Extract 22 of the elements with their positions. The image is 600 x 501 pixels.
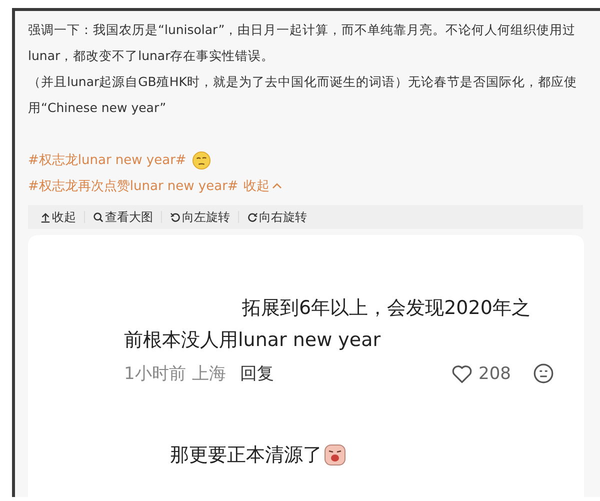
rotate-right-icon (247, 212, 258, 222)
thinking-emoji-icon (192, 150, 212, 170)
crying-emoji-icon (324, 444, 346, 466)
comment-text: 前根本没人用lunar new year (124, 328, 381, 353)
rotate-left-icon (170, 212, 181, 222)
comment-text: 那更要正本清源了 (170, 439, 346, 471)
post-text: （并且lunar起源自GB殖HK时，就是为了去中国化而诞生的词语）无论春节是否国际化，都应使用“Chinese new year” (28, 73, 578, 117)
face-icon[interactable] (533, 363, 554, 384)
toolbar-button[interactable]: 查看大图 (93, 208, 153, 226)
toolbar-button[interactable]: 收起 (40, 208, 76, 226)
heart-icon[interactable] (450, 364, 473, 384)
caret-icon (272, 183, 282, 189)
comment-time: 1小时前 (124, 363, 186, 385)
comment-location: 上海 (192, 363, 226, 385)
post-text: 强调一下：我国农历是“lunisolar”，由日月一起计算，而不单纯靠月亮。不论何人何组织使用过lunar，都改变不了lunar存在事实性错误。 (28, 21, 577, 65)
search-icon (93, 212, 104, 222)
upload-icon (40, 212, 51, 222)
reply-link[interactable]: 回复 (240, 362, 274, 385)
like-count: 208 (478, 364, 511, 384)
toolbar-button[interactable]: 向右旋转 (247, 208, 307, 226)
toolbar-button[interactable]: 向左旋转 (170, 208, 230, 226)
comment-text: 拓展到6年以上，会发现2020年之 (242, 296, 530, 321)
